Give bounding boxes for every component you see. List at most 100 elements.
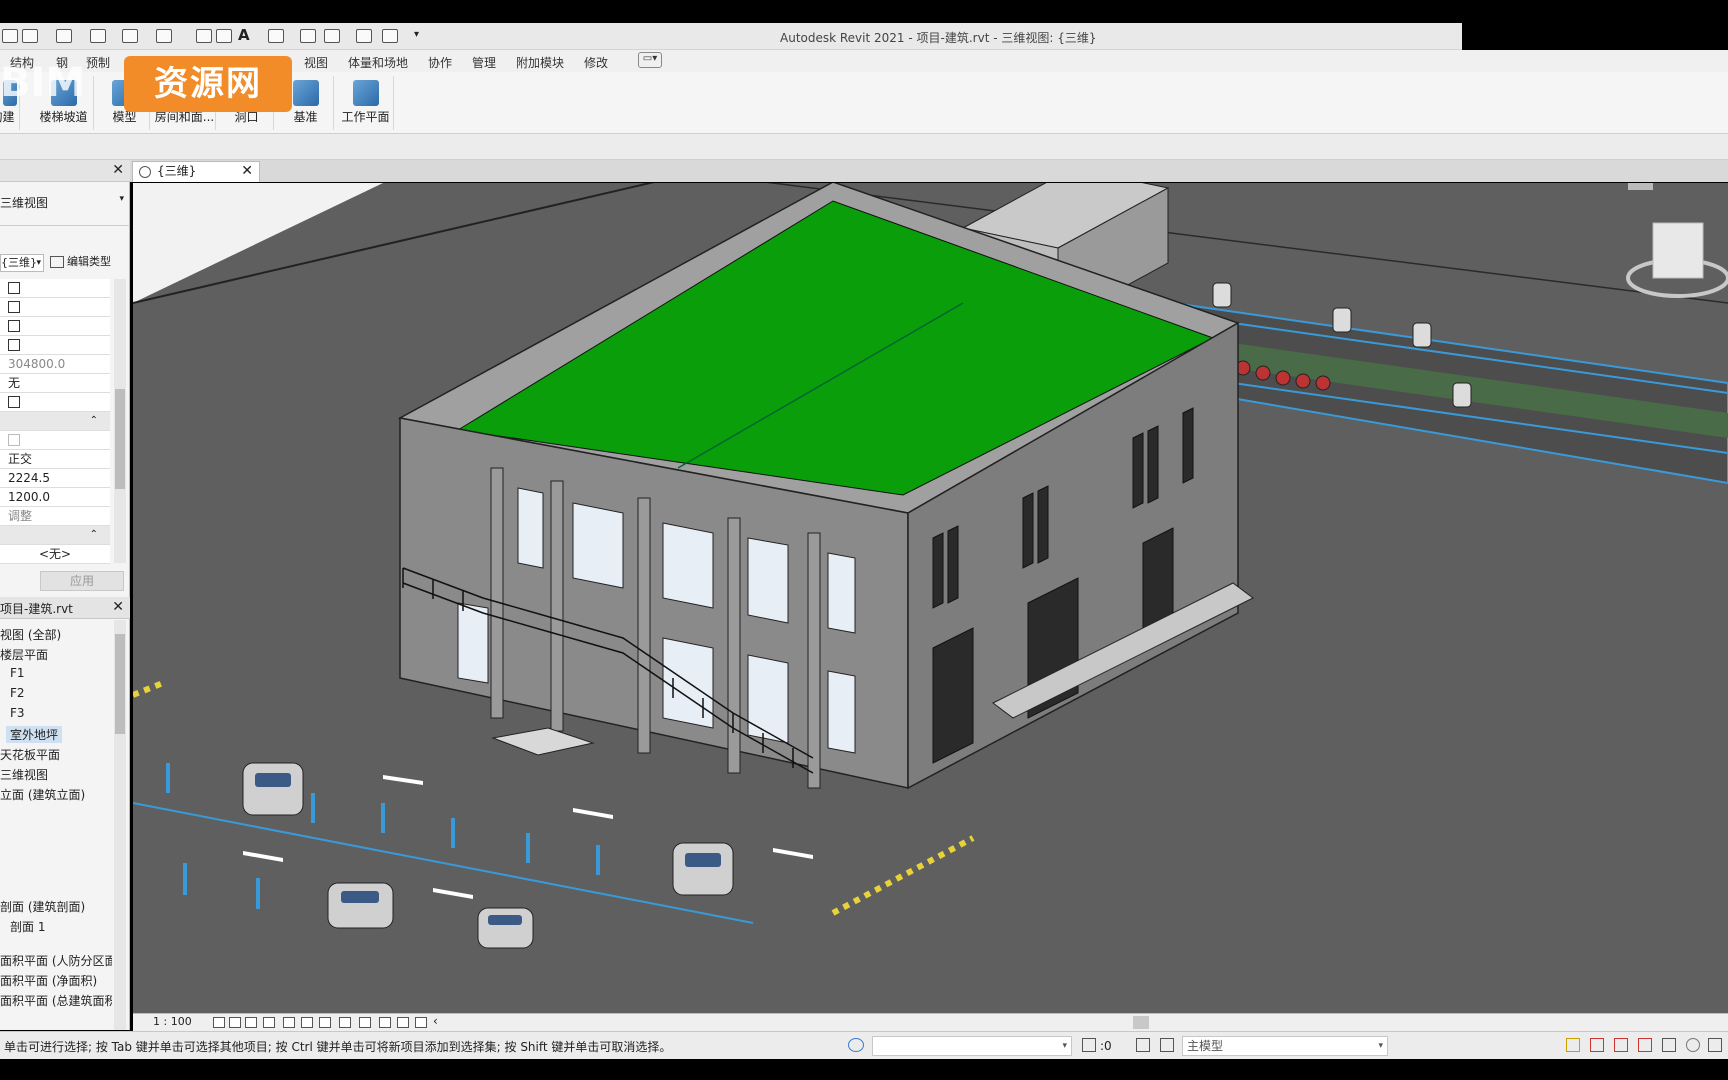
undo-icon[interactable] [56,29,72,43]
tree-item-area-civil-defense[interactable]: 面积平面 (人防分区面积) [0,952,112,969]
collapse-group-icon[interactable]: ⌃ [0,526,110,545]
datum-label: 基准 [293,110,318,124]
camera-position-field[interactable]: 调整 [0,507,110,526]
3d-view-icon[interactable] [268,29,284,43]
redo-icon[interactable] [90,29,106,43]
tab-manage[interactable]: 管理 [472,54,496,71]
show-crop-icon[interactable] [319,1017,331,1028]
tab-add-ins[interactable]: 附加模块 [516,54,564,71]
scrollbar-thumb[interactable] [115,634,125,734]
horizontal-scrollbar-thumb[interactable] [1133,1016,1149,1029]
select-by-face-icon[interactable] [1638,1038,1652,1052]
tree-item-section-1[interactable]: 剖面 1 [10,918,45,935]
filter-icon[interactable] [1708,1038,1722,1052]
sync-icon[interactable] [22,29,38,43]
unlock-view-icon[interactable] [339,1017,351,1028]
phase-filter-field[interactable]: <无> [0,545,110,564]
property-checkbox-row [0,298,110,317]
ribbon-options-icon[interactable]: ▭▾ [638,52,662,68]
scope-box-field[interactable]: 无 [0,374,110,393]
projection-mode-field[interactable]: 正交 [0,450,110,469]
project-browser-title: 项目-建筑.rvt [0,602,73,616]
tree-item-area-gross[interactable]: 面积平面 (总建筑面积) [0,992,112,1009]
type-selector[interactable]: 三维视图 ▾ [0,182,130,226]
print-icon[interactable] [122,29,138,43]
3d-viewport[interactable] [133,183,1728,1013]
measure-icon[interactable] [156,29,172,43]
temp-view-props-icon[interactable] [397,1017,409,1028]
analytical-model-icon[interactable] [415,1017,427,1028]
section-icon[interactable] [300,29,316,43]
scrollbar-thumb[interactable] [115,389,125,489]
edit-type-button[interactable]: 编辑类型 [50,254,128,272]
select-underlay-icon[interactable] [1590,1038,1604,1052]
tab-view[interactable]: 视图 [304,54,328,71]
select-pinned-icon[interactable] [1614,1038,1628,1052]
shadows-icon[interactable] [263,1017,275,1028]
select-links-icon[interactable] [1566,1038,1580,1052]
collapse-group-icon[interactable]: ⌃ [0,412,110,431]
chevron-left-icon[interactable]: ‹ [433,1014,445,1028]
work-plane-button[interactable]: 工作平面 [338,76,394,130]
tab-massing-site[interactable]: 体量和场地 [348,54,408,71]
view-scale[interactable]: 1 : 100 [153,1015,192,1028]
properties-scrollbar[interactable] [114,279,126,563]
crop-visible-checkbox[interactable] [8,301,20,313]
tree-item-elevations[interactable]: 立面 (建筑立面) [0,786,85,803]
crop-view-icon[interactable] [301,1017,313,1028]
close-icon[interactable]: ✕ [112,162,124,178]
tree-item-outdoor-ground[interactable]: 室外地坪 [6,726,63,743]
annotation-crop-checkbox[interactable] [8,320,20,332]
tree-item-sections[interactable]: 剖面 (建筑剖面) [0,898,85,915]
background-processes-icon[interactable] [1686,1038,1700,1052]
far-clip-offset-field[interactable]: 304800.0 [0,355,110,374]
tree-item-3d-views[interactable]: 三维视图 [0,766,48,783]
tree-item-f1[interactable]: F1 [10,666,25,680]
locked-orientation-checkbox[interactable] [8,434,20,446]
customize-toolbar-icon[interactable]: ▾ [414,29,430,43]
design-options-icon[interactable] [1136,1038,1150,1052]
drag-elements-icon[interactable] [1662,1038,1676,1052]
tree-item-area-net[interactable]: 面积平面 (净面积) [0,972,97,989]
apply-button[interactable]: 应用 [40,571,124,591]
rendering-icon[interactable] [283,1017,295,1028]
eye-elevation-field[interactable]: 2224.5 [0,469,110,488]
workset-select[interactable]: ▾ [872,1036,1072,1056]
close-icon[interactable]: ✕ [112,599,124,615]
tab-modify[interactable]: 修改 [584,54,608,71]
exclude-options-icon[interactable] [1160,1038,1174,1052]
properties-header: ✕ [0,160,130,182]
tree-item-ceiling-plans[interactable]: 天花板平面 [0,746,60,763]
section-box-checkbox[interactable] [8,396,20,408]
close-icon[interactable]: ✕ [241,162,253,181]
tree-item-f2[interactable]: F2 [10,686,25,700]
tab-collaborate[interactable]: 协作 [428,54,452,71]
close-hidden-icon[interactable] [356,29,372,43]
browser-scrollbar[interactable] [114,620,126,1030]
dimension-icon[interactable] [196,29,212,43]
visual-style-icon[interactable] [229,1017,241,1028]
text-icon[interactable]: A [238,26,254,44]
editable-only-icon[interactable] [1082,1038,1096,1052]
temp-hide-icon[interactable] [359,1017,371,1028]
worksets-icon[interactable] [848,1038,864,1052]
tag-icon[interactable] [216,29,232,43]
detail-level-icon[interactable] [213,1017,225,1028]
reveal-hidden-icon[interactable] [379,1017,391,1028]
tree-item-views[interactable]: 视图 (全部) [0,626,61,643]
view-tab-3d[interactable]: {三维} ✕ [132,161,260,182]
tree-item-floor-plans[interactable]: 楼层平面 [0,646,48,663]
chevron-down-icon: ▾ [1062,1041,1067,1051]
far-clip-checkbox[interactable] [8,339,20,351]
switch-windows-icon[interactable] [382,29,398,43]
thin-lines-icon[interactable] [324,29,340,43]
crop-view-checkbox[interactable] [8,282,20,294]
tree-item-f3[interactable]: F3 [10,706,25,720]
design-option-select[interactable]: 主模型 ▾ [1182,1036,1388,1056]
save-icon[interactable] [2,29,18,43]
instance-selector[interactable]: {三维} ▾ [0,254,44,272]
property-checkbox-row [0,393,110,412]
room-area-label: 房间和面... [154,110,215,124]
target-elevation-field[interactable]: 1200.0 [0,488,110,507]
sun-path-icon[interactable] [245,1017,257,1028]
